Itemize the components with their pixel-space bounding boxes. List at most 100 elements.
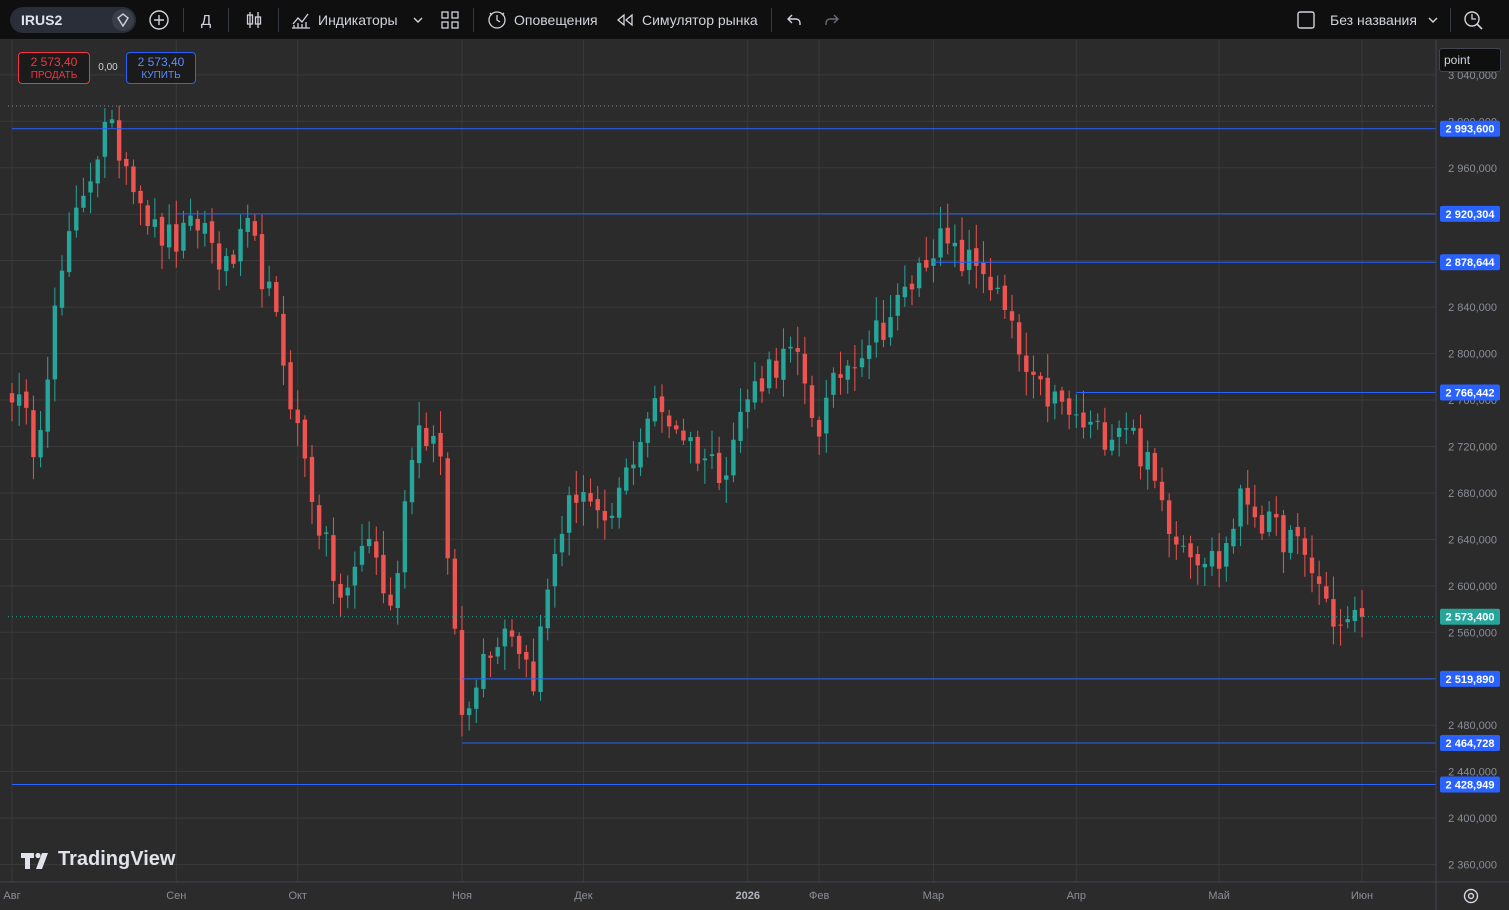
candle-body xyxy=(409,459,415,503)
indicators-button[interactable]: Индикаторы xyxy=(290,0,398,40)
candle-body xyxy=(152,219,158,227)
buy-button[interactable]: 2 573,40 КУПИТЬ xyxy=(126,52,196,84)
candle-body xyxy=(824,397,829,434)
candle-body xyxy=(131,166,136,193)
time-axis-label: Сен xyxy=(166,890,186,902)
layout-button[interactable] xyxy=(440,0,460,40)
chart-type-button[interactable] xyxy=(243,0,265,40)
candle-body xyxy=(295,409,300,424)
candle-body xyxy=(109,119,115,124)
candle-body xyxy=(1166,500,1172,534)
candle-body xyxy=(374,541,379,558)
candle-body xyxy=(181,222,186,251)
symbol-search-icon[interactable] xyxy=(112,9,134,31)
interval-button[interactable]: Д xyxy=(201,0,211,40)
time-axis-label: 2026 xyxy=(735,890,759,902)
candle-body xyxy=(1259,515,1265,534)
candle-body xyxy=(445,458,450,559)
candle-body xyxy=(916,262,922,289)
candle-body xyxy=(909,283,915,290)
candle-body xyxy=(595,499,600,511)
candle-body xyxy=(359,545,365,565)
candle-body xyxy=(1009,311,1015,321)
candle-body xyxy=(388,594,393,606)
candle-body xyxy=(516,635,522,654)
time-axis-label: Ноя xyxy=(452,890,472,902)
quick-search-button[interactable] xyxy=(1462,0,1484,40)
candle-body xyxy=(531,661,536,692)
undo-button[interactable] xyxy=(785,0,803,40)
candle-body xyxy=(759,378,765,392)
candle-body xyxy=(274,282,279,313)
level-price-label: 2 766,442 xyxy=(1446,388,1495,400)
candle-body xyxy=(545,589,550,629)
level-price-label: 2 878,644 xyxy=(1446,257,1496,269)
replay-button[interactable]: Симулятор рынка xyxy=(616,0,758,40)
candle-body xyxy=(1152,453,1158,481)
candle-body xyxy=(1252,506,1258,518)
candle-body xyxy=(895,294,900,316)
candle-body xyxy=(402,501,408,573)
candle-body xyxy=(938,228,943,258)
alerts-label: Оповещения xyxy=(514,12,598,28)
candle-body xyxy=(281,313,286,366)
candle-body xyxy=(538,626,543,693)
time-axis-label: Фев xyxy=(809,890,829,902)
candle-body xyxy=(195,218,200,231)
candle-body xyxy=(1245,487,1250,505)
redo-button[interactable] xyxy=(823,0,841,40)
candle-body xyxy=(609,515,615,518)
candle-body xyxy=(859,358,865,368)
symbol-search[interactable]: IRUS2 xyxy=(10,7,136,33)
alerts-button[interactable]: Оповещения xyxy=(486,0,598,40)
candles-icon xyxy=(243,9,265,31)
tradingview-logo[interactable]: TradingView xyxy=(20,848,175,871)
candle-body xyxy=(702,458,708,461)
candle-body xyxy=(602,510,608,521)
candle-body xyxy=(488,655,493,658)
chart-area[interactable]: 3 040,0003 000,0002 960,0002 920,0002 88… xyxy=(0,40,1509,910)
candle-body xyxy=(238,229,243,262)
chart-settings-button[interactable] xyxy=(1462,887,1480,910)
indicators-dropdown[interactable] xyxy=(412,0,424,40)
candle-body xyxy=(1352,609,1358,621)
candle-body xyxy=(802,353,808,384)
candle-body xyxy=(1081,412,1086,428)
price-tick-label: 2 720,000 xyxy=(1448,441,1497,453)
candle-body xyxy=(124,158,129,167)
candle-body xyxy=(1195,554,1200,566)
candle-body xyxy=(966,249,972,271)
level-price-label: 2 993,600 xyxy=(1446,124,1495,136)
candle-body xyxy=(745,399,750,412)
candle-body xyxy=(1138,428,1143,467)
replay-label: Симулятор рынка xyxy=(642,12,758,28)
candle-body xyxy=(481,653,486,689)
candle-body xyxy=(688,437,693,442)
candle-body xyxy=(474,687,479,709)
price-tick-label: 2 360,000 xyxy=(1448,860,1497,872)
candle-body xyxy=(652,398,658,422)
candle-body xyxy=(1181,545,1186,547)
candle-body xyxy=(209,221,215,243)
candle-body xyxy=(1124,428,1129,430)
candle-body xyxy=(881,322,886,340)
candle-body xyxy=(1209,550,1215,567)
price-chart[interactable]: 3 040,0003 000,0002 960,0002 920,0002 88… xyxy=(0,40,1509,910)
current-price-label: 2 573,400 xyxy=(1446,612,1495,624)
candle-body xyxy=(616,487,622,518)
candle-body xyxy=(1274,513,1279,518)
price-tick-label: 2 640,000 xyxy=(1448,534,1497,546)
sell-button[interactable]: 2 573,40 ПРОДАТЬ xyxy=(18,52,90,84)
add-symbol-button[interactable] xyxy=(148,0,170,40)
candle-body xyxy=(1331,599,1336,627)
layout-menu[interactable]: Без названия xyxy=(1296,0,1439,40)
candle-body xyxy=(188,215,193,226)
candle-body xyxy=(1302,538,1308,555)
candle-body xyxy=(316,505,322,536)
candle-body xyxy=(202,222,208,234)
candle-body xyxy=(116,120,122,161)
candle-body xyxy=(695,436,700,464)
candle-body xyxy=(1359,608,1365,617)
candle-body xyxy=(1231,528,1236,547)
price-unit-field[interactable]: point xyxy=(1439,48,1501,72)
